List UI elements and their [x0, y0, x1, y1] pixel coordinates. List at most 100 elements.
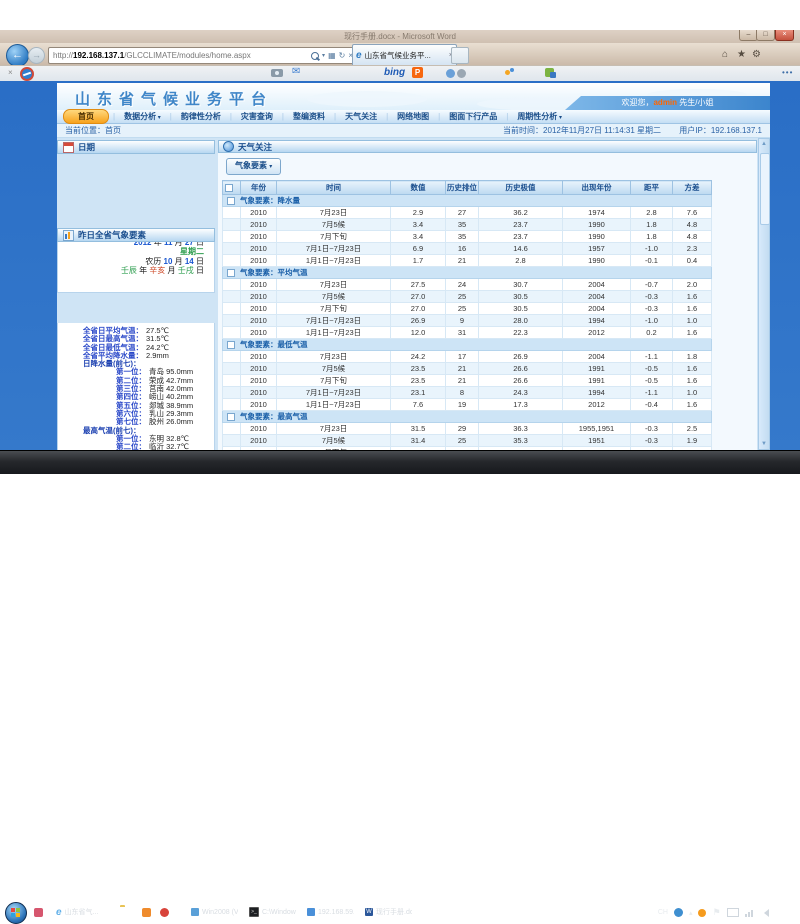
taskbar-button[interactable]: Win2008 (VS2... — [187, 903, 239, 921]
table-row[interactable]: 20107月下旬23.52126.61991-0.51.6 — [223, 375, 712, 387]
nav-item-6[interactable]: 网络地图 — [388, 111, 438, 122]
checkbox-icon[interactable] — [227, 269, 235, 277]
cell: -1.1 — [631, 351, 673, 363]
taskbar-button[interactable]: >_C:\Windows\s... — [245, 903, 297, 921]
show-hidden-icons[interactable]: ▴ — [689, 909, 693, 917]
checkbox-icon[interactable] — [227, 341, 235, 349]
element-filter-button[interactable]: 气象要素 ▾ — [226, 158, 281, 175]
select-cell — [223, 207, 241, 219]
checkbox-icon[interactable] — [227, 197, 235, 205]
addon-close-icon[interactable]: × — [8, 68, 13, 77]
camera-icon[interactable] — [271, 69, 283, 77]
table-row[interactable]: 20101月1日~7月23日12.03122.320120.21.6 — [223, 327, 712, 339]
table-row[interactable]: 20107月下旬27.02530.52004-0.31.6 — [223, 303, 712, 315]
checkbox-icon[interactable] — [227, 413, 235, 421]
page-scrollbar[interactable]: ▲ ▼ — [758, 138, 770, 450]
cell: 7月下旬 — [277, 375, 391, 387]
table-row[interactable]: 20107月23日27.52430.72004-0.72.0 — [223, 279, 712, 291]
coin-icon[interactable] — [457, 69, 466, 78]
user-ip: 用户IP：192.168.137.1 — [679, 126, 762, 135]
cell: 2.3 — [673, 243, 712, 255]
section-row[interactable]: 气象要素：最高气温 — [223, 411, 712, 423]
table-row[interactable]: 20101月1日~7月23日7.61917.32012-0.41.6 — [223, 399, 712, 411]
network-globe-icon[interactable] — [674, 908, 683, 917]
table-row[interactable]: 20107月1日~7月23日26.9928.01994-1.01.0 — [223, 315, 712, 327]
table-row[interactable]: 20101月1日~7月23日1.7212.81990-0.10.4 — [223, 255, 712, 267]
table-row[interactable]: 20107月1日~7月23日6.91614.61957-1.02.3 — [223, 243, 712, 255]
cell: 26.9 — [479, 351, 563, 363]
mail-icon[interactable]: ✉ — [292, 66, 300, 77]
table-row[interactable]: 20107月23日31.52936.31955,1951-0.32.5 — [223, 423, 712, 435]
close-button[interactable]: × — [775, 30, 794, 41]
action-center-flag-icon[interactable]: ⚑ — [712, 907, 720, 918]
taskbar-button[interactable]: 192.168.59.99... — [303, 903, 355, 921]
taskbar-button-ie[interactable]: e 山东省气... — [52, 903, 110, 921]
nav-item-1[interactable]: 数据分析 ▾ — [115, 111, 170, 122]
addon-logo-icon[interactable] — [20, 67, 34, 81]
table-row[interactable]: 20107月23日2.92736.219742.87.6 — [223, 207, 712, 219]
favorites-star-icon[interactable]: ★ — [737, 49, 746, 60]
nav-item-3[interactable]: 灾害查询 — [232, 111, 282, 122]
scroll-up-icon[interactable]: ▲ — [761, 141, 767, 147]
nav-item-0[interactable]: 首页 — [63, 109, 109, 124]
language-indicator[interactable]: CH — [658, 909, 668, 916]
bing-logo[interactable]: bing — [384, 67, 405, 78]
cell: 26.6 — [479, 363, 563, 375]
settings-gear-icon[interactable]: ⚙ — [752, 49, 761, 60]
nav-item-8[interactable]: 周期性分析 ▾ — [508, 111, 571, 122]
table-row[interactable]: 20107月下旬3.43523.719901.84.8 — [223, 231, 712, 243]
table-row[interactable]: 20107月5候31.42535.31951-0.31.9 — [223, 435, 712, 447]
search-icon[interactable] — [311, 52, 319, 60]
search-dropdown-icon[interactable]: ▾ — [322, 52, 325, 59]
column-header: 年份 — [241, 181, 277, 195]
nav-item-2[interactable]: 韵律性分析 — [172, 111, 230, 122]
maximize-button[interactable]: □ — [756, 30, 775, 41]
pinned-app-icon[interactable] — [34, 908, 43, 917]
more-options-icon[interactable]: ••• — [782, 68, 793, 77]
app-icon-red[interactable] — [160, 908, 169, 917]
table-row[interactable]: 20107月5候23.52126.61991-0.51.6 — [223, 363, 712, 375]
section-row[interactable]: 气象要素：降水量 — [223, 195, 712, 207]
cell: 2004 — [563, 279, 631, 291]
volume-icon[interactable] — [760, 909, 769, 917]
section-row[interactable]: 气象要素：平均气温 — [223, 267, 712, 279]
weather-watch-panel: 天气关注 气象要素 ▾ 年份时间数值历史排位历史极值出现年份距平方差 气象要素：… — [218, 140, 757, 450]
section-row[interactable]: 气象要素：最低气温 — [223, 339, 712, 351]
start-button[interactable] — [5, 902, 27, 924]
p-badge-icon[interactable]: P — [412, 67, 423, 78]
coin-icon[interactable] — [446, 69, 455, 78]
address-bar[interactable]: http://192.168.137.1/GLCCLIMATE/modules/… — [48, 47, 356, 64]
nav-item-7[interactable]: 图面下行产品 — [440, 111, 506, 122]
clock[interactable]: 11:54 — [775, 908, 794, 917]
sparkle-icon[interactable] — [505, 68, 515, 78]
forward-button[interactable]: → — [28, 47, 45, 64]
checkbox-icon[interactable] — [225, 184, 233, 192]
taskbar-button[interactable]: W现行手册.docx -... — [361, 903, 413, 921]
table-row[interactable]: 20107月5候27.02530.52004-0.31.6 — [223, 291, 712, 303]
nav-item-5[interactable]: 天气关注 — [336, 111, 386, 122]
scrollbar-thumb[interactable] — [760, 153, 770, 225]
table-row[interactable]: 20107月5候3.43523.719901.84.8 — [223, 219, 712, 231]
cell: 23.5 — [391, 363, 446, 375]
table-row[interactable]: 20107月23日24.21726.92004-1.11.8 — [223, 351, 712, 363]
table-row[interactable]: 20107月1日~7月23日23.1824.31994-1.11.0 — [223, 387, 712, 399]
back-button[interactable]: ← — [6, 44, 29, 67]
cell: 1.8 — [631, 219, 673, 231]
network-signal-icon[interactable] — [745, 908, 754, 917]
browser-tab[interactable]: e 山东省气候业务平... × — [352, 44, 457, 66]
new-tab-button[interactable] — [451, 47, 469, 64]
monitor-icon[interactable] — [727, 908, 739, 917]
cell: 21 — [446, 255, 479, 267]
cell: -0.1 — [631, 255, 673, 267]
refresh-icon[interactable]: ↻ — [339, 51, 346, 60]
home-icon[interactable]: ⌂ — [722, 49, 728, 60]
scroll-down-icon[interactable]: ▼ — [761, 441, 767, 447]
chevron-down-icon: ▾ — [557, 115, 562, 121]
firefox-icon[interactable] — [698, 909, 706, 917]
cell: 2010 — [241, 387, 277, 399]
nav-item-4[interactable]: 整编资料 — [284, 111, 334, 122]
app-icon-orange[interactable] — [142, 908, 151, 917]
compatibility-icon[interactable]: ▦ — [328, 51, 336, 60]
select-cell — [223, 327, 241, 339]
plugin-icon[interactable] — [545, 68, 554, 77]
